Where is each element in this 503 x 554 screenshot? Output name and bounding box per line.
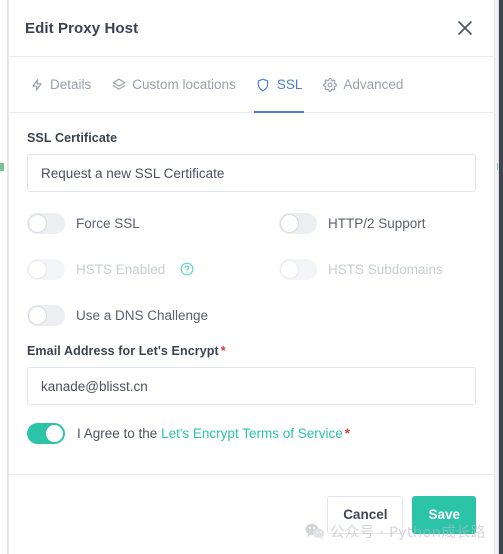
tab-ssl[interactable]: SSL [246,57,313,113]
dns-challenge-switch[interactable] [27,304,65,326]
hsts-enabled-switch[interactable] [27,258,65,280]
switch-knob [280,213,299,233]
page-accent-left [0,163,4,171]
toggle-hsts-subdomains[interactable]: HSTS Subdomains [279,258,443,280]
hsts-enabled-label: HSTS Enabled [76,261,166,277]
tab-details[interactable]: Details [19,57,101,112]
layers-icon [111,77,126,92]
dialog-header: Edit Proxy Host [9,0,494,57]
agree-terms-switch[interactable] [27,423,65,444]
dialog-tabs: Details Custom locations SSL Advanced [9,57,494,113]
tab-details-label: Details [50,77,92,92]
agree-terms-text: I Agree to the Let's Encrypt Terms of Se… [77,426,350,441]
dialog-title: Edit Proxy Host [25,19,139,37]
toggle-force-ssl[interactable]: Force SSL [27,212,279,234]
ssl-certificate-label: SSL Certificate [27,131,118,145]
email-label-text: Email Address for Let's Encrypt [27,344,219,358]
http2-support-label: HTTP/2 Support [328,215,426,231]
force-ssl-switch[interactable] [27,212,65,234]
agree-required-marker: * [344,426,350,441]
tab-custom-locations-label: Custom locations [132,77,236,92]
http2-support-switch[interactable] [279,212,317,234]
toggle-dns-challenge[interactable]: Use a DNS Challenge [27,304,279,326]
tab-ssl-label: SSL [276,77,303,92]
switch-knob [28,213,47,233]
page-right-edge [499,0,503,554]
hsts-subdomains-label: HSTS Subdomains [328,261,443,277]
dialog-footer: Cancel Save [9,474,494,554]
dialog-body: SSL Certificate Request a new SSL Certif… [9,113,494,474]
toggle-row-3: Use a DNS Challenge [27,298,476,332]
ssl-toggle-grid: Force SSL HTTP/2 Support HSTS Enabled HS… [27,206,476,332]
hsts-subdomains-switch[interactable] [279,258,317,280]
email-required-marker: * [220,344,226,358]
edit-proxy-host-dialog: Edit Proxy Host Details Custom locations… [8,0,495,554]
email-label: Email Address for Let's Encrypt * [27,344,476,358]
help-circle-icon[interactable] [180,262,194,276]
switch-knob [45,424,64,443]
tab-advanced-label: Advanced [343,77,404,92]
toggle-hsts-enabled[interactable]: HSTS Enabled [27,258,279,280]
close-icon[interactable] [454,17,476,39]
toggle-row-2: HSTS Enabled HSTS Subdomains [27,252,476,286]
page-left-strip [0,0,8,554]
tab-advanced[interactable]: Advanced [312,57,413,112]
agree-terms-row: I Agree to the Let's Encrypt Terms of Se… [27,423,476,444]
shield-icon [256,77,271,92]
force-ssl-label: Force SSL [76,215,140,231]
lets-encrypt-tos-link[interactable]: Let's Encrypt Terms of Service [161,426,343,441]
email-field[interactable]: kanade@blisst.cn [27,367,476,405]
agree-prefix-label: I Agree to the [77,426,158,441]
switch-knob [28,305,47,325]
save-button[interactable]: Save [412,495,476,534]
gear-icon [322,77,337,92]
bolt-icon [29,77,44,92]
toggle-row-1: Force SSL HTTP/2 Support [27,206,476,240]
tab-custom-locations[interactable]: Custom locations [101,57,246,112]
toggle-http2-support[interactable]: HTTP/2 Support [279,212,426,234]
switch-knob [28,259,47,279]
switch-knob [280,259,299,279]
cancel-button[interactable]: Cancel [327,495,404,534]
dns-challenge-label: Use a DNS Challenge [76,307,209,323]
ssl-certificate-select[interactable]: Request a new SSL Certificate [27,154,476,192]
